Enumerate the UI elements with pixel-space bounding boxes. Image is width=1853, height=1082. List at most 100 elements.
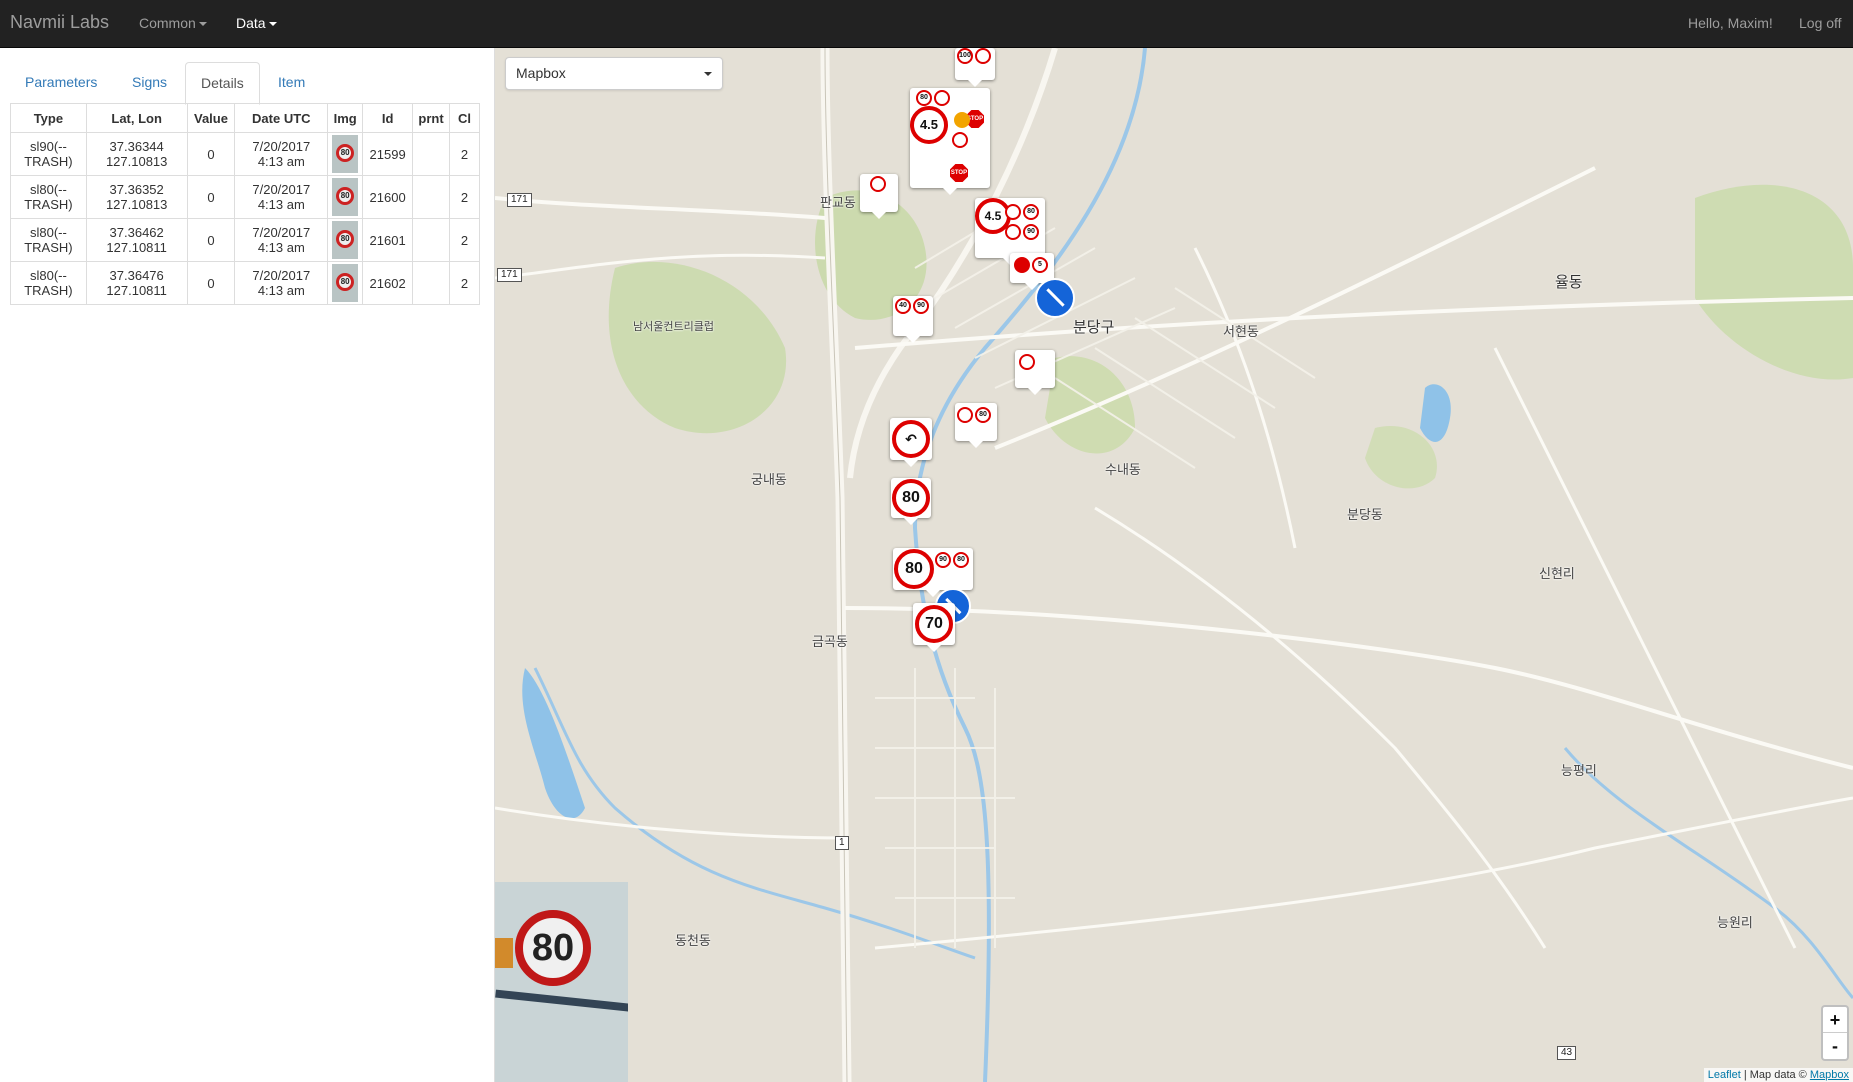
speed-limit-icon: 80 bbox=[916, 90, 932, 106]
cell-id: 21599 bbox=[362, 132, 414, 176]
cell-latlon: 37.36476 127.10811 bbox=[85, 261, 188, 305]
map-marker[interactable] bbox=[1015, 350, 1055, 395]
warning-icon bbox=[954, 112, 970, 128]
stop-sign-icon: STOP bbox=[950, 164, 968, 182]
column-header-value[interactable]: Value bbox=[186, 103, 236, 133]
thumbnail-sign-value: 80 bbox=[336, 144, 355, 162]
no-turn-icon bbox=[1005, 204, 1021, 220]
tab-parameters[interactable]: Parameters bbox=[10, 62, 112, 104]
thumbnail-sign-value: 80 bbox=[336, 187, 355, 205]
menu-data[interactable]: Data bbox=[236, 15, 277, 31]
table-row[interactable]: sl80(--TRASH) 37.36476 127.10811 0 7/20/… bbox=[10, 261, 480, 305]
sign-thumbnail[interactable]: 80 bbox=[332, 221, 359, 259]
cell-id: 21600 bbox=[362, 175, 414, 219]
column-header-prnt[interactable]: prnt bbox=[412, 103, 451, 133]
column-header-id[interactable]: Id bbox=[362, 103, 414, 133]
direction-arrow-icon[interactable] bbox=[1035, 278, 1075, 318]
no-u-turn-icon: ↶ bbox=[892, 420, 930, 458]
place-label-neungpyeong: 능평리 bbox=[1561, 763, 1597, 778]
zoom-out-button[interactable]: - bbox=[1823, 1033, 1847, 1059]
details-table: Type Lat, Lon Value Date UTC Img Id prnt… bbox=[10, 103, 480, 305]
thumbnail-sign-value: 80 bbox=[336, 273, 355, 291]
place-label-sunae: 수내동 bbox=[1105, 462, 1141, 477]
column-header-type[interactable]: Type bbox=[10, 103, 87, 133]
table-header-row: Type Lat, Lon Value Date UTC Img Id prnt… bbox=[10, 103, 480, 133]
tab-signs[interactable]: Signs bbox=[117, 62, 182, 104]
map-marker[interactable]: ↶ bbox=[890, 418, 932, 467]
map-attribution: Leaflet | Map data © Mapbox bbox=[1703, 1068, 1853, 1082]
map-marker[interactable]: 80 90 80 bbox=[893, 548, 973, 597]
no-turn-icon bbox=[957, 407, 973, 423]
preview-band bbox=[495, 989, 628, 1019]
cell-cl: 2 bbox=[449, 132, 480, 176]
map-marker[interactable]: 100 bbox=[955, 48, 995, 87]
column-header-latlon[interactable]: Lat, Lon bbox=[85, 103, 188, 133]
cell-type: sl80(--TRASH) bbox=[10, 218, 87, 262]
place-label-sinhyeon: 신현리 bbox=[1539, 566, 1575, 581]
sign-image-preview[interactable]: 80 bbox=[495, 882, 628, 1082]
cell-prnt bbox=[412, 132, 451, 176]
map-view[interactable]: Mapbox 판교동 분당구 서현동 율동 궁내동 수내동 분당동 금곡동 신현… bbox=[495, 48, 1853, 1082]
table-row[interactable]: sl80(--TRASH) 37.36352 127.10813 0 7/20/… bbox=[10, 175, 480, 219]
no-overtaking-icon bbox=[975, 48, 991, 64]
map-marker[interactable]: 80 4.5 STOP STOP bbox=[910, 88, 990, 195]
speed-limit-icon: 90 bbox=[913, 298, 929, 314]
cell-type: sl80(--TRASH) bbox=[10, 175, 87, 219]
no-pedestrian-icon bbox=[1005, 224, 1021, 240]
tab-details[interactable]: Details bbox=[185, 62, 260, 105]
brand-logo[interactable]: Navmii Labs bbox=[10, 12, 109, 33]
place-label-neungwon: 능원리 bbox=[1717, 915, 1753, 930]
map-marker[interactable] bbox=[860, 174, 898, 219]
speed-limit-icon: 80 bbox=[975, 407, 991, 423]
logoff-link[interactable]: Log off bbox=[1799, 15, 1842, 31]
pedestrian-icon bbox=[1019, 354, 1035, 370]
map-marker[interactable]: 70 bbox=[913, 603, 955, 652]
mapbox-link[interactable]: Mapbox bbox=[1810, 1069, 1849, 1081]
column-header-date[interactable]: Date UTC bbox=[234, 103, 329, 133]
map-marker[interactable]: 80 bbox=[891, 478, 931, 525]
speed-limit-icon: 80 bbox=[953, 552, 969, 568]
menu-common-label: Common bbox=[139, 15, 196, 31]
cell-value: 0 bbox=[186, 261, 236, 305]
map-marker[interactable]: 80 bbox=[955, 403, 997, 448]
speed-limit-80-icon: 80 bbox=[894, 549, 934, 589]
table-row[interactable]: sl80(--TRASH) 37.36462 127.10811 0 7/20/… bbox=[10, 218, 480, 262]
chevron-down-icon bbox=[268, 22, 277, 27]
sign-thumbnail[interactable]: 80 bbox=[332, 178, 359, 216]
menu-data-label: Data bbox=[236, 15, 266, 31]
cell-cl: 2 bbox=[449, 175, 480, 219]
map-marker[interactable]: 4.5 80 90 bbox=[975, 198, 1045, 265]
sign-thumbnail[interactable]: 80 bbox=[332, 135, 359, 173]
thumbnail-sign-value: 80 bbox=[336, 230, 355, 248]
map-marker[interactable]: 40 90 bbox=[893, 296, 933, 343]
cell-date: 7/20/2017 4:13 am bbox=[234, 175, 329, 219]
cell-type: sl90(--TRASH) bbox=[10, 132, 87, 176]
tab-item[interactable]: Item bbox=[263, 62, 320, 104]
speed-limit-icon: 90 bbox=[935, 552, 951, 568]
zoom-in-button[interactable]: + bbox=[1823, 1007, 1847, 1033]
user-greeting[interactable]: Hello, Maxim! bbox=[1688, 15, 1773, 31]
attribution-text: | Map data © bbox=[1743, 1069, 1807, 1081]
column-header-cl[interactable]: Cl bbox=[449, 103, 480, 133]
cell-cl: 2 bbox=[449, 261, 480, 305]
cell-latlon: 37.36352 127.10813 bbox=[85, 175, 188, 219]
cell-value: 0 bbox=[186, 132, 236, 176]
speed-limit-icon: 80 bbox=[1023, 204, 1039, 220]
table-row[interactable]: sl90(--TRASH) 37.36344 127.10813 0 7/20/… bbox=[10, 132, 480, 176]
menu-common[interactable]: Common bbox=[139, 15, 207, 31]
place-label-dongcheon: 동천동 bbox=[675, 933, 711, 948]
leaflet-link[interactable]: Leaflet bbox=[1708, 1069, 1741, 1081]
place-label-bundang-gu: 분당구 bbox=[1073, 319, 1115, 336]
map-layer-select[interactable]: Mapbox bbox=[505, 57, 723, 90]
cell-date: 7/20/2017 4:13 am bbox=[234, 132, 329, 176]
place-label-pangyo: 판교동 bbox=[820, 195, 856, 210]
cell-value: 0 bbox=[186, 218, 236, 262]
route-shield: 171 bbox=[497, 268, 522, 282]
sign-thumbnail[interactable]: 80 bbox=[332, 264, 359, 302]
place-label-bundangdong: 분당동 bbox=[1347, 507, 1383, 522]
cell-type: sl80(--TRASH) bbox=[10, 261, 87, 305]
cell-img: 80 bbox=[327, 218, 364, 262]
cell-img: 80 bbox=[327, 261, 364, 305]
cell-img: 80 bbox=[327, 132, 364, 176]
column-header-img[interactable]: Img bbox=[327, 103, 364, 133]
